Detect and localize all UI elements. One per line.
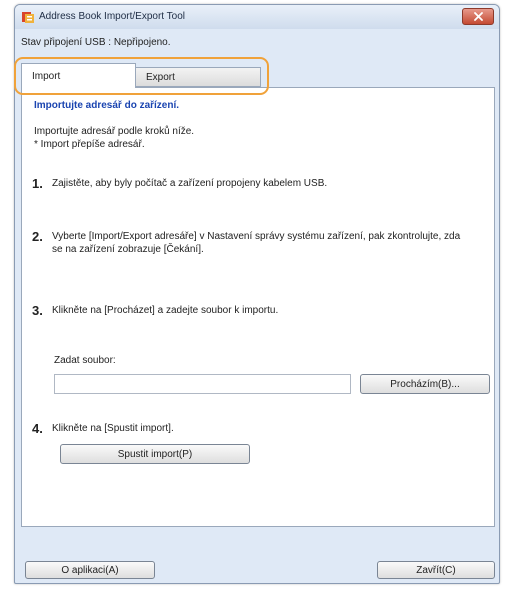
start-import-button[interactable]: Spustit import(P)	[60, 444, 250, 464]
step-3: 3. Klikněte na [Procházet] a zadejte sou…	[32, 304, 472, 317]
step-text: Zajistěte, aby byly počítač a zařízení p…	[52, 178, 328, 189]
tab-import[interactable]: Import	[21, 63, 136, 88]
title-bar[interactable]: Address Book Import/Export Tool	[15, 5, 499, 29]
file-path-input[interactable]	[54, 374, 351, 394]
usb-connection-status: Stav připojení USB : Nepřipojeno.	[21, 37, 171, 48]
step-text: Klikněte na [Spustit import].	[52, 423, 174, 434]
window-close-button[interactable]	[462, 8, 494, 25]
step-text: Klikněte na [Procházet] a zadejte soubor…	[52, 305, 279, 316]
app-window: Address Book Import/Export Tool Stav při…	[14, 4, 500, 584]
address-book-app-icon	[21, 10, 35, 24]
step-number: 3.	[32, 303, 43, 318]
intro-line: Importujte adresář podle kroků níže.	[34, 126, 195, 137]
step-4: 4. Klikněte na [Spustit import].	[32, 422, 472, 435]
import-panel: Importujte adresář do zařízení. Importuj…	[21, 87, 495, 527]
close-icon	[473, 12, 483, 21]
panel-heading: Importujte adresář do zařízení.	[34, 100, 180, 111]
intro-text: Importujte adresář podle kroků níže. * I…	[34, 125, 194, 151]
step-number: 1.	[32, 176, 43, 191]
tab-export[interactable]: Export	[136, 67, 261, 87]
browse-button[interactable]: Procházím(B)...	[360, 374, 490, 394]
step-number: 4.	[32, 421, 43, 436]
step-text: Vyberte [Import/Export adresáře] v Nasta…	[52, 231, 461, 255]
close-button[interactable]: Zavřít(C)	[377, 561, 495, 579]
window-title: Address Book Import/Export Tool	[39, 11, 185, 22]
file-label: Zadat soubor:	[54, 355, 116, 366]
intro-note: * Import přepíše adresář.	[34, 139, 145, 150]
about-button[interactable]: O aplikaci(A)	[25, 561, 155, 579]
step-number: 2.	[32, 229, 43, 244]
step-2: 2. Vyberte [Import/Export adresáře] v Na…	[32, 230, 472, 256]
step-1: 1. Zajistěte, aby byly počítač a zařízen…	[32, 177, 472, 190]
